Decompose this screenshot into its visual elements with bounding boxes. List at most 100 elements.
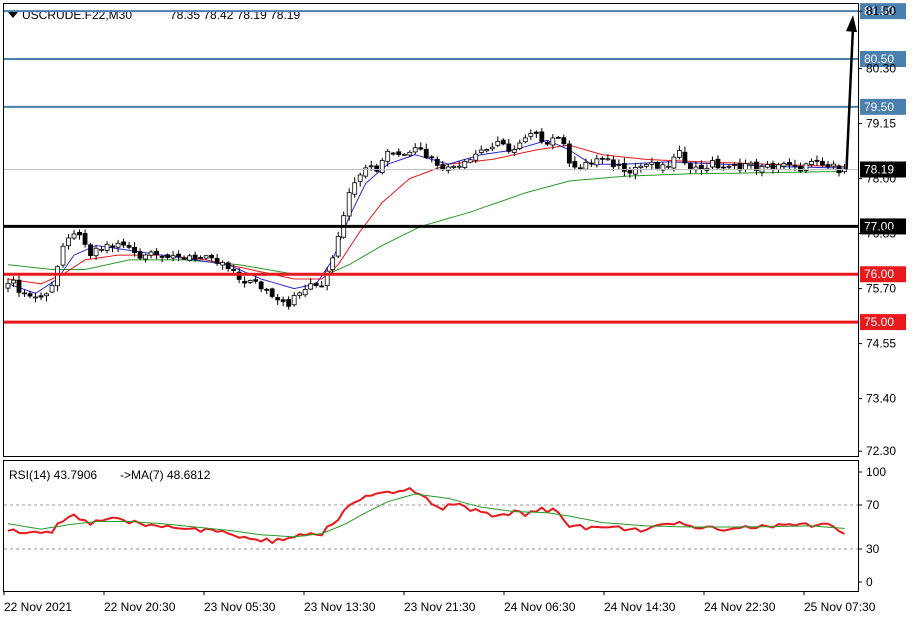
candle-bull	[550, 137, 556, 146]
candle-bull	[357, 174, 363, 182]
candle-bear	[506, 143, 512, 152]
candle-bear	[275, 297, 281, 301]
candle-bear	[572, 161, 578, 168]
candle-bull	[49, 284, 55, 293]
price-panel	[3, 3, 859, 457]
candle-bear	[269, 288, 275, 297]
candle-bear	[820, 160, 825, 166]
chart-canvas: USCRUDE.F22,M30 78.35 78.42 78.19 78.19 …	[3, 3, 906, 614]
candle-bear	[825, 164, 831, 168]
candle-bull	[517, 142, 523, 149]
candle-bull	[412, 147, 418, 153]
candle-bear	[214, 258, 220, 264]
price-tick-label: 74.55	[866, 337, 896, 351]
candle-bull	[187, 255, 193, 261]
candle-bull	[467, 159, 473, 163]
candle-bull	[335, 236, 341, 257]
candle-bear	[599, 157, 605, 160]
candle-bull	[638, 165, 644, 168]
candle-bull	[170, 255, 176, 259]
candle-bear	[429, 156, 435, 159]
candle-bull	[148, 251, 154, 256]
price-tick-label: 76.85	[866, 227, 896, 241]
candle-bull	[528, 132, 534, 137]
candle-bear	[154, 250, 159, 256]
candle-bear	[682, 151, 688, 164]
candle-bear	[792, 165, 798, 167]
candle-bull	[743, 163, 748, 171]
candle-bull	[55, 266, 60, 287]
candle-bear	[110, 245, 115, 248]
candle-bull	[93, 247, 99, 257]
candle-bull	[643, 164, 649, 167]
candle-bull	[401, 153, 407, 156]
candle-bear	[688, 163, 693, 169]
candle-bull	[511, 149, 517, 153]
candle-bull	[60, 245, 66, 266]
candle-bear	[577, 167, 583, 170]
price-tick-label: 80.30	[866, 62, 896, 76]
candle-bull	[710, 160, 715, 168]
candle-bear	[621, 162, 627, 172]
candle-bull	[809, 160, 814, 165]
candle-bull	[665, 165, 671, 168]
candle-bear	[798, 165, 803, 172]
candle-bear	[137, 251, 143, 259]
candle-bull	[308, 283, 314, 290]
time-tick-label: 24 Nov 14:30	[604, 600, 676, 614]
price-tick-label: 73.40	[866, 392, 896, 406]
time-tick-label: 25 Nov 07:30	[804, 600, 876, 614]
candle-bull	[22, 292, 27, 295]
candle-bear	[313, 282, 319, 287]
candle-bear	[770, 163, 776, 169]
candle-bull	[495, 141, 501, 146]
candle-bear	[231, 268, 237, 271]
candle-bull	[632, 167, 638, 175]
candle-bull	[220, 261, 226, 266]
candle-bull	[143, 254, 148, 260]
candle-bull	[489, 146, 495, 150]
candle-bull	[104, 243, 110, 251]
candle-bear	[181, 257, 187, 260]
time-tick-label: 24 Nov 22:30	[704, 600, 776, 614]
candle-bear	[126, 245, 132, 248]
candle-bear	[280, 299, 286, 302]
candle-bear	[286, 299, 292, 307]
candle-bear	[88, 244, 93, 257]
candle-bull	[605, 158, 611, 161]
candle-bull	[346, 192, 352, 217]
candle-bull	[583, 162, 589, 170]
candle-bear	[82, 233, 88, 245]
candle-bull	[115, 242, 121, 248]
candle-bull	[473, 153, 479, 161]
price-tick-label: 78.00	[866, 172, 896, 186]
candle-bull	[44, 293, 49, 297]
candle-bull	[352, 182, 358, 195]
candle-bull	[776, 164, 781, 170]
candle-bull	[478, 149, 484, 153]
candle-bear	[258, 281, 264, 290]
candle-bull	[99, 248, 104, 251]
candle-bull	[247, 280, 253, 283]
candle-bear	[192, 254, 198, 260]
price-tick-label: 75.70	[866, 282, 896, 296]
candle-bear	[500, 139, 506, 145]
candle-bear	[159, 256, 165, 258]
candle-bear	[176, 253, 182, 257]
candle-bear	[440, 164, 446, 171]
candle-bull	[676, 150, 682, 158]
candle-bear	[699, 164, 704, 170]
candle-bear	[561, 137, 567, 145]
candle-bull	[330, 257, 336, 271]
candle-bear	[165, 254, 170, 258]
candle-bull	[484, 149, 490, 152]
candle-bull	[33, 296, 38, 299]
rsi-label: RSI(14) 43.7906	[9, 468, 97, 482]
candle-bull	[297, 292, 303, 296]
candle-bear	[396, 151, 402, 156]
candle-bull	[71, 233, 77, 239]
candle-bear	[627, 170, 633, 174]
candle-bull	[616, 164, 622, 167]
rsi-tick-label: 70	[866, 498, 880, 512]
time-tick-label: 23 Nov 05:30	[204, 600, 276, 614]
